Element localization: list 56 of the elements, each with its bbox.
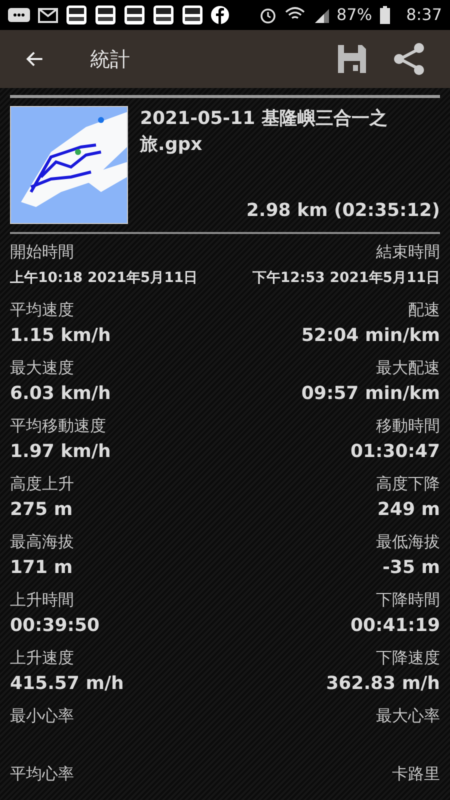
track-summary: 2.98 km (02:35:12)	[246, 199, 440, 223]
stat-value: 09:57 min/km	[301, 382, 440, 406]
stat-label: 上升時間	[10, 589, 74, 611]
share-button[interactable]	[392, 42, 426, 76]
facebook-icon	[211, 6, 229, 24]
stat-label: 上升速度	[10, 647, 74, 669]
stat-label: 配速	[408, 299, 440, 321]
stat-value: 6.03 km/h	[10, 382, 111, 406]
stat-value: 415.57 m/h	[10, 672, 124, 696]
app-logo-icon	[66, 5, 87, 25]
stat-label: 結束時間	[376, 241, 440, 263]
app-logo-icon	[95, 5, 116, 25]
screen-title: 統計	[90, 46, 131, 73]
stat-value: 上午10:18 2021年5月11日	[10, 269, 198, 288]
stat-label: 卡路里	[392, 763, 440, 785]
stat-value: 249 m	[377, 498, 440, 522]
app-logo-icon	[182, 5, 203, 25]
stat-label: 移動時間	[376, 415, 440, 437]
stat-value: 171 m	[10, 556, 73, 580]
battery-icon	[380, 6, 390, 24]
stat-label: 下降時間	[376, 589, 440, 611]
stat-value: 下午12:53 2021年5月11日	[252, 269, 440, 288]
stat-value: 362.83 m/h	[326, 672, 440, 696]
save-button[interactable]	[336, 43, 368, 75]
app-logo-icon	[153, 5, 174, 25]
stat-value: 1.15 km/h	[10, 324, 111, 348]
message-icon	[8, 7, 30, 23]
stat-label: 最高海拔	[10, 531, 74, 553]
stat-label: 開始時間	[10, 241, 74, 263]
stat-label: 高度上升	[10, 473, 74, 495]
alarm-icon	[258, 6, 276, 24]
stat-label: 平均移動速度	[10, 415, 106, 437]
app-logo-icon	[124, 5, 145, 25]
stat-label: 最小心率	[10, 705, 74, 727]
stat-value: -35 m	[382, 556, 440, 580]
battery-percent: 87%	[336, 4, 372, 26]
save-icon	[336, 43, 368, 75]
stat-value: 52:04 min/km	[301, 324, 440, 348]
stat-value: 1.97 km/h	[10, 440, 111, 464]
stat-label: 最大速度	[10, 357, 74, 379]
clock-time: 8:37	[406, 4, 442, 26]
stat-value: 00:41:19	[350, 614, 440, 638]
share-icon	[392, 42, 426, 76]
mail-icon	[38, 8, 58, 22]
stat-label: 平均速度	[10, 299, 74, 321]
stat-label: 最大配速	[376, 357, 440, 379]
track-file-name: 2021-05-11 基隆嶼三合一之旅.gpx	[140, 107, 388, 157]
signal-icon	[312, 7, 328, 23]
stat-label: 最低海拔	[376, 531, 440, 553]
stat-label: 平均心率	[10, 763, 74, 785]
stat-value: 00:39:50	[10, 614, 100, 638]
stat-label: 高度下降	[376, 473, 440, 495]
stat-label: 下降速度	[376, 647, 440, 669]
stat-value: 275 m	[10, 498, 73, 522]
stat-value: 01:30:47	[350, 440, 440, 464]
stat-label: 最大心率	[376, 705, 440, 727]
